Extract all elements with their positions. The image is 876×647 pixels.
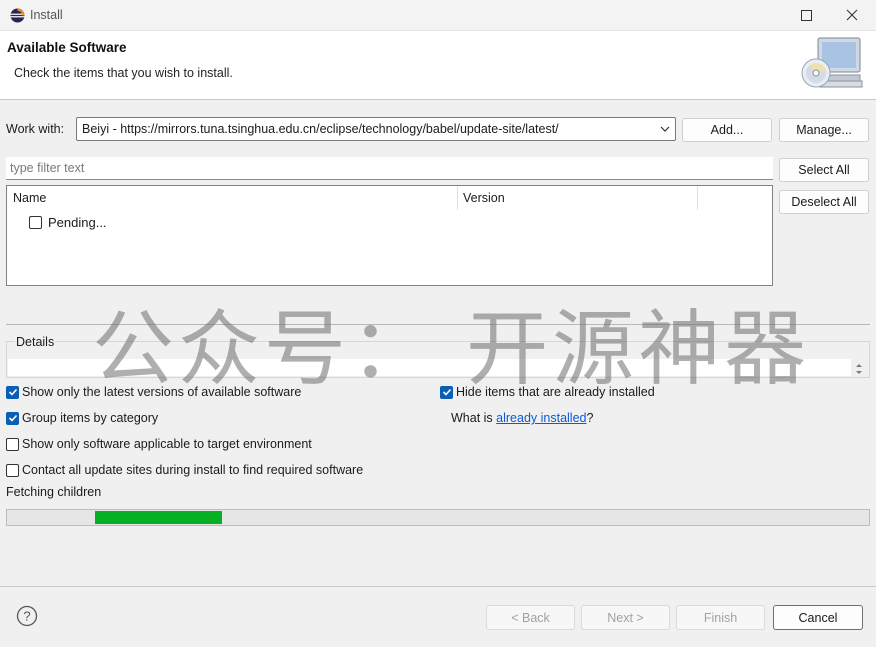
hide-installed-label: Hide items that are already installed bbox=[456, 385, 655, 399]
svg-text:?: ? bbox=[23, 609, 30, 624]
maximize-icon bbox=[800, 9, 812, 21]
group-by-category-label: Group items by category bbox=[22, 411, 159, 425]
details-label: Details bbox=[15, 335, 56, 349]
already-installed-link[interactable]: already installed bbox=[496, 411, 586, 425]
show-applicable-option[interactable]: Show only software applicable to target … bbox=[6, 435, 312, 453]
splitter-sash[interactable] bbox=[6, 324, 870, 325]
contact-sites-checkbox[interactable] bbox=[6, 463, 19, 477]
what-is-installed: What is already installed ? bbox=[451, 409, 593, 427]
group-by-category-option[interactable]: Group items by category bbox=[6, 409, 158, 427]
work-with-label: Work with: bbox=[6, 122, 65, 136]
contact-sites-option[interactable]: Contact all update sites during install … bbox=[6, 461, 363, 479]
progress-bar-fill bbox=[95, 511, 222, 524]
checkmark-icon bbox=[442, 388, 451, 396]
page-title: Available Software bbox=[7, 40, 127, 55]
finish-button[interactable]: Finish bbox=[676, 605, 765, 630]
install-computer-icon bbox=[801, 37, 863, 88]
help-icon[interactable]: ? bbox=[16, 605, 38, 627]
chevron-down-icon[interactable] bbox=[659, 123, 671, 135]
row-checkbox[interactable] bbox=[29, 215, 42, 229]
select-all-button[interactable]: Select All bbox=[779, 158, 869, 182]
close-icon bbox=[846, 9, 858, 21]
status-text: Fetching children bbox=[6, 485, 102, 499]
hide-installed-checkbox[interactable] bbox=[440, 385, 453, 399]
row-label: Pending... bbox=[48, 214, 107, 230]
show-latest-option[interactable]: Show only the latest versions of availab… bbox=[6, 383, 301, 401]
show-applicable-label: Show only software applicable to target … bbox=[22, 437, 312, 451]
close-button[interactable] bbox=[840, 4, 864, 26]
what-is-prefix: What is bbox=[451, 411, 497, 425]
show-latest-label: Show only the latest versions of availab… bbox=[22, 385, 302, 399]
scroll-arrows-icon[interactable] bbox=[853, 361, 865, 377]
what-is-suffix: ? bbox=[586, 411, 594, 425]
progress-bar bbox=[6, 509, 870, 526]
manage-button[interactable]: Manage... bbox=[779, 118, 869, 142]
checkmark-icon bbox=[8, 388, 17, 396]
hide-installed-option[interactable]: Hide items that are already installed bbox=[440, 383, 655, 401]
page-description: Check the items that you wish to install… bbox=[14, 66, 233, 80]
contact-sites-label: Contact all update sites during install … bbox=[22, 463, 364, 477]
show-applicable-checkbox[interactable] bbox=[6, 437, 19, 451]
group-by-category-checkbox[interactable] bbox=[6, 411, 19, 425]
details-text-area[interactable] bbox=[8, 359, 851, 376]
column-divider bbox=[697, 186, 698, 210]
column-header-version[interactable]: Version bbox=[457, 186, 697, 210]
window-title: Install bbox=[30, 8, 63, 22]
checkmark-icon bbox=[8, 414, 17, 422]
deselect-all-button[interactable]: Deselect All bbox=[779, 190, 869, 214]
title-bar: Install bbox=[0, 0, 876, 31]
maximize-button[interactable] bbox=[794, 4, 818, 26]
work-with-combo[interactable]: Beiyi - https://mirrors.tuna.tsinghua.ed… bbox=[76, 117, 676, 141]
column-header-name[interactable]: Name bbox=[7, 186, 457, 210]
cancel-button[interactable]: Cancel bbox=[773, 605, 863, 630]
filter-input[interactable] bbox=[6, 157, 773, 180]
eclipse-icon bbox=[10, 8, 25, 23]
add-button[interactable]: Add... bbox=[682, 118, 772, 142]
show-latest-checkbox[interactable] bbox=[6, 385, 19, 399]
wizard-header: Available Software Check the items that … bbox=[0, 31, 876, 100]
footer-separator bbox=[0, 586, 876, 587]
next-button[interactable]: Next > bbox=[581, 605, 670, 630]
work-with-value: Beiyi - https://mirrors.tuna.tsinghua.ed… bbox=[82, 122, 559, 136]
back-button[interactable]: < Back bbox=[486, 605, 575, 630]
software-tree[interactable]: Name Version Pending... bbox=[6, 185, 773, 286]
tree-row[interactable]: Pending... bbox=[29, 213, 107, 231]
